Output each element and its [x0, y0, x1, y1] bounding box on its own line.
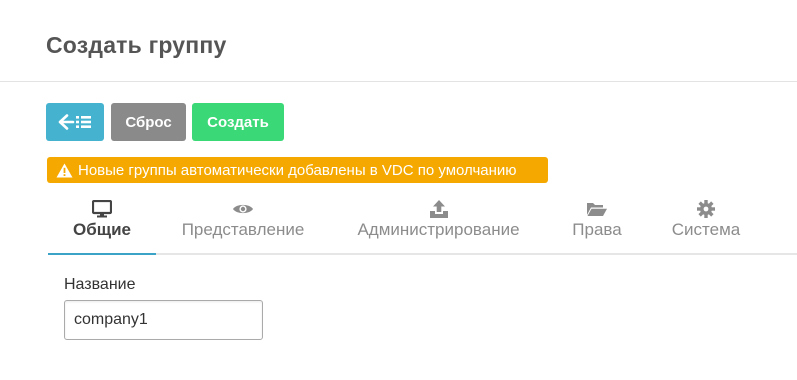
- folder-open-icon: [586, 199, 608, 219]
- default-vdc-notice: Новые группы автоматически добавлены в V…: [47, 157, 548, 183]
- tab-general[interactable]: Общие: [48, 196, 156, 255]
- tab-view[interactable]: Представление: [166, 196, 320, 255]
- tab-rights-label: Права: [572, 220, 622, 239]
- tab-view-label: Представление: [181, 220, 305, 239]
- warning-icon: [56, 163, 78, 178]
- upload-icon: [429, 199, 449, 219]
- reset-button[interactable]: Сброс: [111, 103, 186, 141]
- gear-icon: [697, 199, 715, 219]
- page-header: Создать группу: [0, 0, 797, 82]
- create-button[interactable]: Создать: [192, 103, 284, 141]
- tab-rights[interactable]: Права: [557, 196, 637, 255]
- group-form: Название: [64, 276, 263, 340]
- tab-general-label: Общие: [73, 220, 131, 239]
- desktop-icon: [92, 199, 112, 219]
- name-field-label: Название: [64, 276, 136, 293]
- arrow-left-list-icon: [58, 114, 92, 130]
- back-to-list-button[interactable]: [46, 103, 104, 141]
- name-input[interactable]: [64, 300, 263, 340]
- tab-system-label: Система: [671, 220, 741, 239]
- eye-icon: [232, 199, 254, 219]
- tab-system[interactable]: Система: [662, 196, 750, 255]
- tab-administration[interactable]: Администрирование: [345, 196, 532, 255]
- tab-administration-label: Администрирование: [357, 220, 520, 239]
- group-tabs: Общие Представление Администрирование Пр…: [48, 196, 797, 255]
- page-title: Создать группу: [46, 32, 227, 58]
- notice-text: Новые группы автоматически добавлены в V…: [78, 161, 517, 179]
